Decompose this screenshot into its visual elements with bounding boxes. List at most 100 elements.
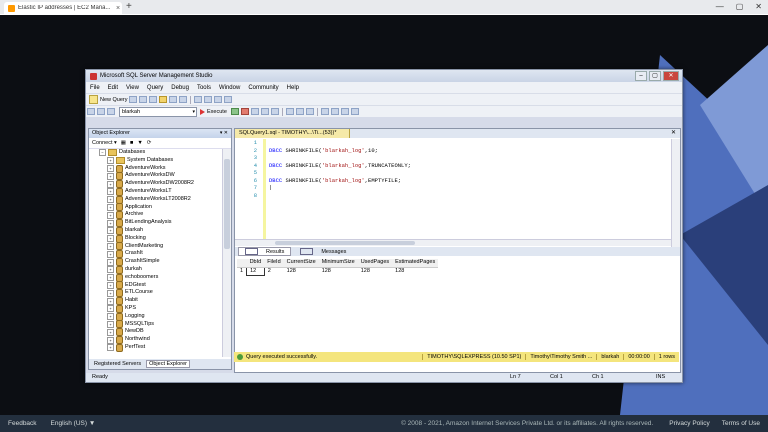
grid-cell[interactable]: 128 [284,267,319,276]
tree-node[interactable]: + Logging [89,312,222,321]
tree-expander-icon[interactable]: + [107,250,114,258]
tree-expander-icon[interactable]: + [107,344,114,352]
tab-registered-servers[interactable]: Registered Servers [92,361,143,367]
panel-pin-icon[interactable]: ▾ ✕ [220,129,228,138]
grid-cell[interactable]: 2 [264,267,283,276]
decrease-indent-icon[interactable] [340,108,349,115]
grid-column-header[interactable]: EstimatedPages [392,259,439,268]
tree-expander-icon[interactable]: + [107,235,114,243]
tree-expander-icon[interactable]: + [107,188,114,196]
new-query-button[interactable]: New Query [89,95,128,104]
connect-object-explorer-icon[interactable]: ▦ [121,140,126,146]
code-line[interactable]: | [269,184,411,192]
tree-expander-icon[interactable]: + [107,196,114,204]
grid-cell[interactable]: 128 [358,267,392,276]
database-engine-query-icon[interactable] [128,96,137,103]
grid-column-header[interactable]: FileId [264,259,284,268]
properties-icon[interactable] [203,96,212,103]
tree-expander-icon[interactable]: + [107,242,114,250]
tree-node[interactable]: + NewDB [89,328,222,337]
debug-icon[interactable] [230,108,239,115]
document-close-icon[interactable]: ✕ [671,129,676,138]
menu-community[interactable]: Community [248,85,278,91]
tab-messages[interactable]: Messages [294,248,352,255]
filter-icon[interactable]: ▼ [137,140,142,146]
tree-expander-icon[interactable]: + [107,227,114,235]
tree-scrollbar-thumb[interactable] [224,159,230,249]
object-explorer-icon[interactable] [213,96,222,103]
code-line[interactable] [269,154,411,162]
menu-window[interactable]: Window [219,85,240,91]
tree-expander-icon[interactable]: + [107,180,114,188]
open-file-icon[interactable] [158,96,167,103]
tree-expander-icon[interactable]: + [107,328,114,336]
disconnect-icon[interactable] [97,108,105,115]
uncomment-icon[interactable] [330,108,339,115]
tree-node[interactable]: + AdventureWorksLT [89,187,222,196]
menu-file[interactable]: File [90,85,100,91]
grid-column-header[interactable]: CurrentSize [283,259,319,268]
tree-node[interactable]: + Archive [89,211,222,220]
tree-expander-icon[interactable]: + [107,219,114,227]
comment-icon[interactable] [320,108,329,115]
ssms-minimize-button[interactable]: – [635,71,647,81]
new-tab-button[interactable]: + [126,1,132,12]
tree-node[interactable]: + System Databases [89,157,222,165]
menu-view[interactable]: View [126,85,139,91]
minimize-button[interactable]: — [716,0,724,14]
tree-expander-icon[interactable]: + [107,266,114,274]
tree-node[interactable]: + KPS [89,304,222,313]
grid-cell[interactable]: 128 [319,267,358,276]
grid-row-number[interactable]: 1 [237,267,247,276]
editor-hscroll-thumb[interactable] [275,241,415,245]
document-tab[interactable]: SQLQuery1.sql - TIMOTHY\...\Ti...(53))* [235,129,350,138]
tree-expander-icon[interactable]: + [107,164,114,172]
tree-expander-icon[interactable]: + [107,281,114,289]
grid-cell[interactable]: 128 [392,267,438,276]
tree-node[interactable]: + Blocking [89,234,222,243]
template-explorer-icon[interactable] [223,96,232,103]
tree-node[interactable]: + CrashIt [89,250,222,259]
cancel-query-icon[interactable] [240,108,249,115]
code-line[interactable] [269,192,411,200]
tree-node[interactable]: + ETLCourse [89,289,222,298]
tree-node[interactable]: + PerfTest [89,343,222,352]
code-area[interactable]: 12345678 DBCC SHRINKFILE('blarkah_log',1… [235,139,671,239]
tree-node[interactable]: + Northwind [89,336,222,345]
feedback-link[interactable]: Feedback [8,420,37,427]
stop-icon[interactable]: ■ [130,140,133,146]
connect-icon[interactable] [87,108,95,115]
privacy-policy-link[interactable]: Privacy Policy [669,420,709,427]
display-plan-icon[interactable] [260,108,269,115]
tree-expander-icon[interactable]: − [99,149,106,157]
tree-node[interactable]: + AdventureWorksDW [89,172,222,181]
tree-node[interactable]: + AdventureWorks [89,164,222,173]
save-icon[interactable] [168,96,177,103]
code-line[interactable]: DBCC SHRINKFILE('blarkah_log',10; [269,147,411,155]
tree-node[interactable]: + ClientMarketing [89,242,222,251]
execute-button[interactable]: Execute [200,108,227,115]
query-designer-icon[interactable] [270,108,279,115]
tree-expander-icon[interactable]: + [107,320,114,328]
grid-column-header[interactable]: UsedPages [357,259,393,268]
save-all-icon[interactable] [178,96,187,103]
ssms-maximize-button[interactable]: ▢ [649,71,661,81]
increase-indent-icon[interactable] [350,108,359,115]
terms-of-use-link[interactable]: Terms of Use [722,420,760,427]
grid-cell[interactable]: 12 [246,266,265,276]
parse-icon[interactable] [250,108,259,115]
tree-expander-icon[interactable]: + [107,203,114,211]
results-to-file-icon[interactable] [305,108,314,115]
mdx-query-icon[interactable] [148,96,157,103]
tree-node[interactable]: + MSSQLTips [89,320,222,329]
grid-column-header[interactable]: MinimumSize [318,259,358,268]
database-select[interactable]: blarkah [119,106,197,117]
tree-expander-icon[interactable]: + [107,258,114,266]
connect-dropdown[interactable]: Connect ▾ [92,140,117,146]
activity-monitor-icon[interactable] [193,96,202,103]
tree-expander-icon[interactable]: + [107,172,114,180]
code-lines[interactable]: DBCC SHRINKFILE('blarkah_log',10; DBCC S… [269,139,411,199]
results-to-grid-icon[interactable] [295,108,304,115]
code-line[interactable] [269,139,411,147]
tree-expander-icon[interactable]: + [107,211,114,219]
